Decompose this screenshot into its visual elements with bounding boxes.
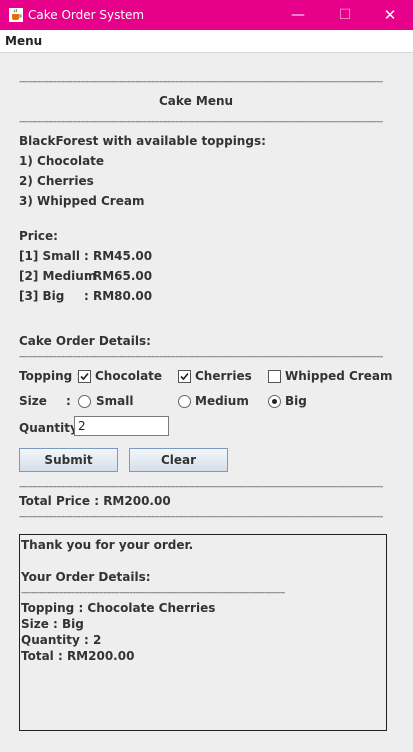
- receipt-divider: ----------------------------------------…: [21, 588, 285, 598]
- cake-menu-title: Cake Menu: [159, 94, 234, 108]
- title-bar[interactable]: Cake Order System — ☐ ✕: [0, 0, 413, 30]
- receipt-total: Total : RM200.00: [21, 649, 135, 663]
- price-value: : RM65.00: [84, 269, 153, 283]
- size-label: Size: [19, 394, 47, 408]
- price-value: : RM45.00: [84, 249, 153, 263]
- receipt-details-heading: Your Order Details:: [21, 570, 151, 584]
- receipt-size: Size : Big: [21, 617, 84, 631]
- radio-small[interactable]: [78, 395, 91, 408]
- divider: ----------------------------------------…: [19, 512, 383, 522]
- checkbox-cherries-label[interactable]: Cherries: [195, 369, 252, 383]
- size-colon: :: [66, 394, 71, 408]
- radio-medium-label[interactable]: Medium: [195, 394, 249, 408]
- maximize-icon[interactable]: ☐: [322, 0, 368, 30]
- topping-item: 2) Cherries: [19, 174, 94, 188]
- topping-label: Topping :: [19, 369, 82, 383]
- topping-item: 1) Chocolate: [19, 154, 105, 168]
- close-icon[interactable]: ✕: [367, 0, 413, 30]
- radio-small-label[interactable]: Small: [96, 394, 133, 408]
- checkbox-whipped-cream-label[interactable]: Whipped Cream: [285, 369, 392, 383]
- checkbox-whipped-cream[interactable]: [268, 370, 281, 383]
- window-title: Cake Order System: [28, 8, 145, 22]
- price-code: [3] Big: [19, 289, 65, 303]
- radio-selected-dot: [272, 399, 277, 404]
- checkbox-cherries[interactable]: [178, 370, 191, 383]
- radio-medium[interactable]: [178, 395, 191, 408]
- java-cup-icon: [8, 7, 24, 23]
- receipt-quantity: Quantity : 2: [21, 633, 102, 647]
- minimize-icon[interactable]: —: [275, 0, 321, 30]
- cake-heading: BlackForest with available toppings:: [19, 134, 266, 148]
- divider: ----------------------------------------…: [19, 117, 383, 127]
- radio-big[interactable]: [268, 395, 281, 408]
- order-heading: Cake Order Details:: [19, 334, 151, 348]
- menu-menu[interactable]: Menu: [5, 34, 42, 48]
- checkbox-chocolate-label[interactable]: Chocolate: [95, 369, 162, 383]
- receipt-thanks: Thank you for your order.: [21, 538, 194, 552]
- order-output-area[interactable]: Thank you for your order. Your Order Det…: [19, 534, 387, 731]
- price-heading: Price:: [19, 229, 58, 243]
- divider: ----------------------------------------…: [19, 77, 383, 87]
- receipt-topping: Topping : Chocolate Cherries: [21, 601, 216, 615]
- radio-big-label[interactable]: Big: [285, 394, 307, 408]
- checkbox-chocolate[interactable]: [78, 370, 91, 383]
- divider: ----------------------------------------…: [19, 482, 383, 492]
- quantity-input[interactable]: [74, 416, 169, 436]
- price-value: : RM80.00: [84, 289, 153, 303]
- submit-button[interactable]: Submit: [19, 448, 118, 472]
- menu-bar: Menu: [0, 30, 413, 53]
- price-code: [1] Small: [19, 249, 80, 263]
- clear-button[interactable]: Clear: [129, 448, 228, 472]
- total-price: Total Price : RM200.00: [19, 494, 171, 508]
- divider: ----------------------------------------…: [19, 352, 383, 362]
- topping-item: 3) Whipped Cream: [19, 194, 145, 208]
